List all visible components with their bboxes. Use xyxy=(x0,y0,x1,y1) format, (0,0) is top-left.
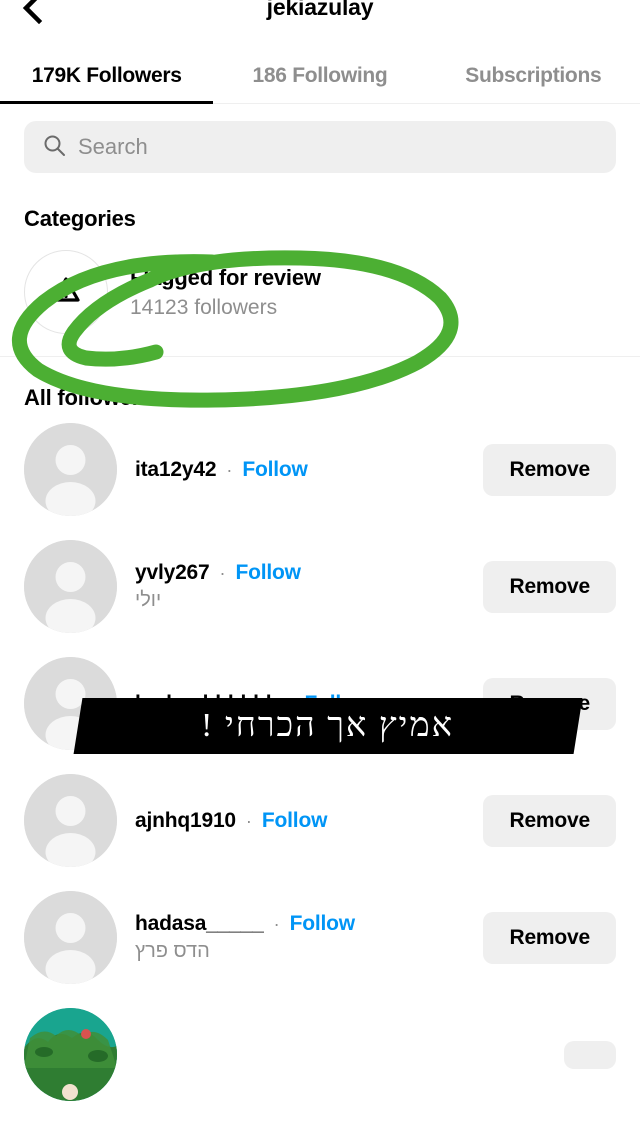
avatar[interactable] xyxy=(24,540,117,633)
avatar[interactable] xyxy=(24,423,117,516)
tab-following[interactable]: 186 Following xyxy=(213,64,426,104)
list-item[interactable]: ita12y42 · Follow Remove xyxy=(0,411,640,528)
avatar[interactable] xyxy=(24,1008,117,1101)
black-banner-annotation: אמיץ אך הכרחי ! xyxy=(73,698,583,754)
tab-followers[interactable]: 179K Followers xyxy=(0,64,213,104)
full-name: הדס פרץ xyxy=(135,940,210,962)
banner-text: אמיץ אך הכרחי ! xyxy=(201,707,455,744)
page-title: jekiazulay xyxy=(266,0,374,20)
tab-subscriptions[interactable]: Subscriptions xyxy=(427,64,640,104)
remove-button[interactable]: Remove xyxy=(483,794,616,847)
follow-button[interactable]: Follow xyxy=(242,458,307,482)
followers-list: ita12y42 · Follow Remove yvly267 · Follo… xyxy=(0,411,640,1113)
active-tab-indicator xyxy=(0,101,213,104)
list-item[interactable] xyxy=(0,996,640,1113)
list-item-text: hadasa_____ · Follow הדס פרץ xyxy=(135,912,465,963)
remove-button[interactable]: Remove xyxy=(483,911,616,964)
list-item-text: ita12y42 · Follow xyxy=(135,458,465,482)
search-section: Search xyxy=(0,104,640,173)
separator-dot: · xyxy=(245,810,252,831)
follow-button[interactable]: Follow xyxy=(236,561,301,585)
app-header: jekiazulay xyxy=(0,0,640,48)
list-item-text: ajnhq1910 · Follow xyxy=(135,809,465,833)
category-item-flagged-for-review[interactable]: Flagged for review 14123 followers xyxy=(0,232,640,334)
username[interactable]: yvly267 xyxy=(135,561,210,585)
search-input[interactable]: Search xyxy=(24,121,616,173)
name-line: hadasa_____ · Follow xyxy=(135,912,465,936)
search-icon xyxy=(42,133,66,162)
list-item[interactable]: hadasa_____ · Follow הדס פרץ Remove xyxy=(0,879,640,996)
separator-dot: · xyxy=(273,914,280,934)
name-line: yvly267 · Follow xyxy=(135,561,465,585)
avatar[interactable] xyxy=(24,774,117,867)
tab-bar: 179K Followers 186 Following Subscriptio… xyxy=(0,48,640,104)
remove-button[interactable] xyxy=(564,1040,616,1069)
categories-heading: Categories xyxy=(24,206,136,231)
list-item-text: yvly267 · Follow יולי xyxy=(135,561,465,612)
follow-button[interactable]: Follow xyxy=(290,912,355,936)
category-icon-wrapper xyxy=(24,250,108,334)
category-subtitle: 14123 followers xyxy=(130,295,278,319)
follow-button[interactable]: Follow xyxy=(262,809,327,833)
full-name: יולי xyxy=(135,589,162,611)
username[interactable]: hadasa_____ xyxy=(135,912,264,936)
name-line: ajnhq1910 · Follow xyxy=(135,809,465,833)
username[interactable]: ajnhq1910 xyxy=(135,809,236,833)
search-placeholder: Search xyxy=(78,134,148,159)
avatar[interactable] xyxy=(24,891,117,984)
separator-dot: · xyxy=(226,459,233,480)
all-followers-heading: All followers xyxy=(24,385,153,410)
separator-dot: · xyxy=(219,563,226,583)
category-text: Flagged for review 14123 followers xyxy=(130,265,321,320)
remove-button[interactable]: Remove xyxy=(483,560,616,613)
username[interactable]: ita12y42 xyxy=(135,458,217,482)
category-title: Flagged for review xyxy=(130,264,321,290)
warning-triangle-icon xyxy=(46,270,86,315)
name-line: ita12y42 · Follow xyxy=(135,458,465,482)
remove-button[interactable]: Remove xyxy=(483,443,616,496)
list-item[interactable]: yvly267 · Follow יולי Remove xyxy=(0,528,640,645)
list-item[interactable]: ajnhq1910 · Follow Remove xyxy=(0,762,640,879)
